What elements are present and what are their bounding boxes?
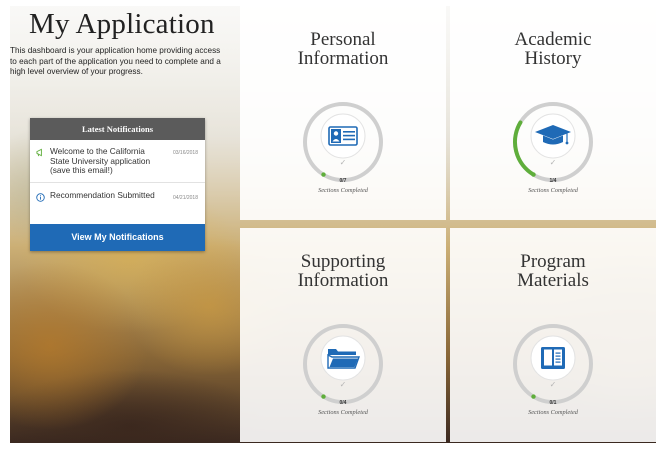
notification-item[interactable]: Welcome to the California State Universi…	[30, 140, 205, 176]
check-icon: ✓	[339, 380, 347, 389]
progress-ring	[303, 102, 383, 182]
notifications-panel: Latest Notifications Welcome to the Cali…	[30, 118, 205, 251]
section-subtitle: Sections Completed	[528, 187, 578, 194]
section-card-academic-history[interactable]: Academic History ✓ 1/4 Sections Complete…	[450, 6, 656, 220]
section-subtitle: Sections Completed	[528, 409, 578, 416]
section-count: 1/4	[549, 178, 557, 184]
progress-ring	[303, 324, 383, 404]
intro-text: This dashboard is your application home …	[10, 46, 221, 77]
notification-date: 03/16/2018	[172, 150, 198, 156]
section-count: 0/1	[549, 400, 557, 406]
section-title: Personal Information	[297, 29, 389, 69]
section-card-personal-information[interactable]: Personal Information ✓ 0/7 Sections Comp…	[240, 6, 446, 220]
notification-item[interactable]: Recommendation Submitted 04/21/2018	[30, 181, 205, 202]
section-title: Program Materials	[517, 251, 589, 291]
section-title: Supporting Information	[297, 251, 389, 291]
info-icon	[36, 192, 45, 202]
notification-date: 04/21/2018	[172, 194, 198, 201]
megaphone-icon	[36, 148, 42, 157]
left-panel: My Application This dashboard is your ap…	[10, 6, 230, 443]
view-notifications-button[interactable]: View My Notifications	[30, 224, 205, 251]
section-subtitle: Sections Completed	[318, 409, 368, 416]
notification-text: Recommendation Submitted	[50, 189, 155, 200]
section-card-program-materials[interactable]: Program Materials ✓ 0/1 Sections Complet…	[450, 228, 656, 442]
progress-ring	[513, 324, 593, 404]
background-photo: My Application This dashboard is your ap…	[10, 6, 656, 443]
check-icon: ✓	[549, 380, 557, 389]
section-count: 0/7	[339, 178, 347, 184]
id-card-icon	[328, 126, 358, 146]
section-title: Academic History	[514, 29, 592, 69]
section-card-supporting-information[interactable]: Supporting Information ✓ 0/4 Sections Co…	[240, 228, 446, 442]
book-icon	[541, 347, 565, 369]
section-subtitle: Sections Completed	[318, 187, 368, 194]
notifications-header: Latest Notifications	[30, 118, 205, 140]
section-count: 0/4	[339, 400, 347, 406]
check-icon: ✓	[549, 158, 557, 167]
progress-ring	[513, 102, 593, 182]
sections-grid: Personal Information ✓ 0/7 Sections Comp…	[240, 6, 656, 443]
page-title: My Application	[29, 8, 215, 40]
notification-text: Welcome to the California State Universi…	[50, 146, 151, 175]
check-icon: ✓	[339, 158, 347, 167]
